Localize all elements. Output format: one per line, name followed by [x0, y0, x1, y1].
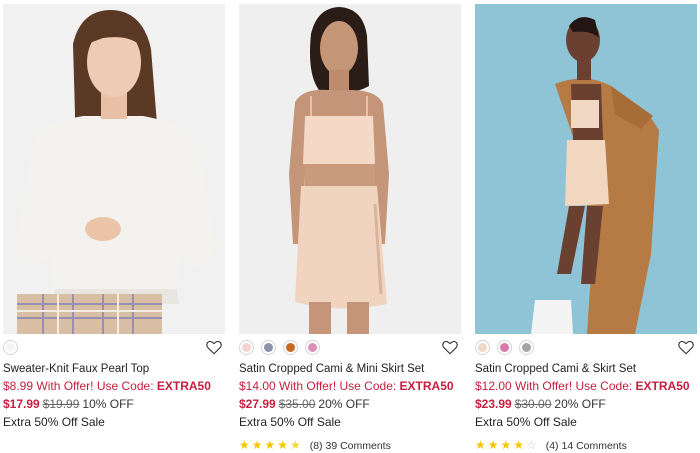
promo-text: Extra 50% Off Sale: [3, 415, 105, 429]
discount-label: 20% OFF: [554, 397, 606, 411]
original-price: $19.99: [42, 397, 80, 411]
heart-icon[interactable]: [677, 338, 695, 356]
color-swatch[interactable]: [305, 340, 320, 355]
model-satin-coat-icon: [475, 4, 697, 334]
product-name[interactable]: Satin Cropped Cami & Mini Skirt Set: [239, 362, 461, 376]
rating-count: (4): [545, 440, 559, 452]
star-rating: ★★★★★: [239, 438, 303, 452]
product-grid: Sweater-Knit Faux Pearl Top $8.99 With O…: [0, 0, 700, 453]
discount-label: 10% OFF: [82, 397, 134, 411]
color-swatch[interactable]: [519, 340, 534, 355]
color-swatch[interactable]: [497, 340, 512, 355]
product-card[interactable]: Sweater-Knit Faux Pearl Top $8.99 With O…: [3, 4, 225, 430]
comments-link[interactable]: 39 Comments: [325, 440, 390, 452]
discount-label: 20% OFF: [318, 397, 370, 411]
price-line: $17.99 $19.99 10% OFF: [3, 396, 225, 412]
color-swatches: [239, 338, 461, 364]
color-swatches: [475, 338, 697, 364]
price-line: $23.99 $30.00 20% OFF: [475, 396, 697, 412]
offer-price: $12.00: [475, 379, 512, 393]
offer-price: $8.99: [3, 379, 34, 393]
offer-line: $8.99 With Offer! Use Code: EXTRA50: [3, 378, 225, 394]
model-white-sweater-icon: [3, 4, 225, 334]
model-satin-set-icon: [239, 4, 461, 334]
heart-icon[interactable]: [205, 338, 223, 356]
color-swatches: [3, 338, 225, 364]
rating-count: (8): [309, 440, 323, 452]
heart-icon[interactable]: [441, 338, 459, 356]
sale-price: $23.99: [475, 397, 512, 411]
offer-text: With Offer! Use Code:: [279, 379, 397, 393]
original-price: $30.00: [514, 397, 552, 411]
original-price: $35.00: [278, 397, 316, 411]
offer-text: With Offer! Use Code:: [36, 379, 154, 393]
offer-line: $14.00 With Offer! Use Code: EXTRA50: [239, 378, 461, 394]
product-name[interactable]: Satin Cropped Cami & Skirt Set: [475, 362, 697, 376]
product-name[interactable]: Sweater-Knit Faux Pearl Top: [3, 362, 225, 376]
color-swatch[interactable]: [239, 340, 254, 355]
comments-link[interactable]: 14 Comments: [561, 440, 626, 452]
price-line: $27.99 $35.00 20% OFF: [239, 396, 461, 412]
sale-price: $17.99: [3, 397, 40, 411]
product-image[interactable]: [239, 4, 461, 334]
product-image[interactable]: [475, 4, 697, 334]
offer-code: EXTRA50: [399, 379, 454, 393]
offer-code: EXTRA50: [635, 379, 690, 393]
color-swatch[interactable]: [261, 340, 276, 355]
product-image[interactable]: [3, 4, 225, 334]
color-swatch[interactable]: [283, 340, 298, 355]
offer-price: $14.00: [239, 379, 276, 393]
offer-text: With Offer! Use Code:: [515, 379, 633, 393]
product-card[interactable]: Satin Cropped Cami & Mini Skirt Set $14.…: [239, 4, 461, 453]
promo-text: Extra 50% Off Sale: [239, 415, 341, 429]
color-swatch[interactable]: [475, 340, 490, 355]
color-swatch[interactable]: [3, 340, 18, 355]
product-card[interactable]: Satin Cropped Cami & Skirt Set $12.00 Wi…: [475, 4, 697, 453]
sale-price: $27.99: [239, 397, 276, 411]
offer-line: $12.00 With Offer! Use Code: EXTRA50: [475, 378, 697, 394]
offer-code: EXTRA50: [156, 379, 211, 393]
promo-text: Extra 50% Off Sale: [475, 415, 577, 429]
star-rating: ★★★★☆: [475, 438, 539, 452]
